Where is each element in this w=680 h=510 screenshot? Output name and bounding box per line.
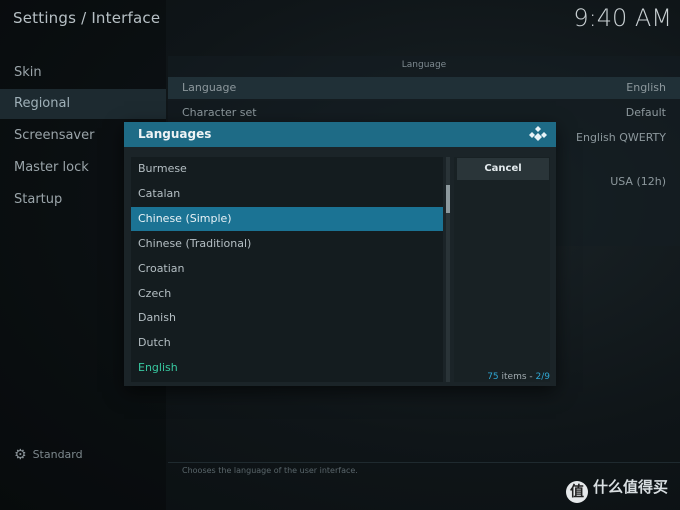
cancel-button[interactable]: Cancel: [457, 158, 549, 180]
watermark-logo: 值: [565, 481, 588, 503]
setting-value: English: [626, 81, 666, 94]
watermark-text: 什么值得买: [592, 478, 668, 496]
setting-character-set[interactable]: Character set Default: [168, 102, 680, 124]
watermark: 值什么值得买: [565, 476, 668, 503]
scrollbar-thumb[interactable]: [446, 185, 450, 213]
settings-section-title: Language: [401, 60, 447, 70]
dialog-button-panel: [454, 157, 550, 382]
setting-description: Chooses the language of the user interfa…: [182, 466, 358, 475]
page-title: Settings / Interface: [13, 9, 161, 27]
clock: 9:40 AM: [573, 4, 672, 32]
setting-value: English QWERTY: [576, 131, 666, 144]
page-indicator: 2/9: [535, 372, 550, 382]
settings-level-label: Standard: [32, 448, 83, 461]
item-count-suffix: items -: [498, 372, 536, 382]
list-item[interactable]: Chinese (Traditional): [131, 232, 443, 256]
language-list[interactable]: Burmese Catalan Chinese (Simple) Chinese…: [131, 157, 443, 382]
setting-label: Character set: [182, 106, 257, 119]
list-scrollbar[interactable]: [446, 157, 450, 382]
item-count-number: 75: [487, 372, 499, 382]
gear-icon: ⚙: [14, 447, 27, 463]
list-item[interactable]: Catalan: [131, 182, 443, 206]
dialog-header: Languages: [124, 122, 556, 147]
list-item-selected[interactable]: Chinese (Simple): [131, 207, 443, 231]
list-item[interactable]: Croatian: [131, 257, 443, 281]
setting-label: Language: [182, 81, 237, 94]
kodi-logo-icon: [529, 126, 547, 141]
list-item[interactable]: Danish: [131, 306, 443, 330]
list-item[interactable]: Czech: [131, 282, 443, 306]
sidebar-item-skin[interactable]: Skin: [0, 58, 166, 88]
settings-level-button[interactable]: ⚙ Standard: [14, 447, 83, 463]
languages-dialog: Languages Burmese Catalan Chinese (Simpl…: [124, 122, 556, 386]
dialog-title: Languages: [138, 127, 212, 141]
divider: [168, 462, 680, 463]
setting-value: Default: [625, 106, 666, 119]
sidebar-item-regional[interactable]: Regional: [0, 89, 166, 119]
item-count: 75 items - 2/9: [454, 372, 550, 382]
setting-value: USA (12h): [610, 175, 666, 188]
list-item[interactable]: Dutch: [131, 331, 443, 355]
list-item[interactable]: Burmese: [131, 157, 443, 181]
list-item-current[interactable]: English: [131, 356, 443, 380]
setting-language[interactable]: Language English: [168, 77, 680, 99]
